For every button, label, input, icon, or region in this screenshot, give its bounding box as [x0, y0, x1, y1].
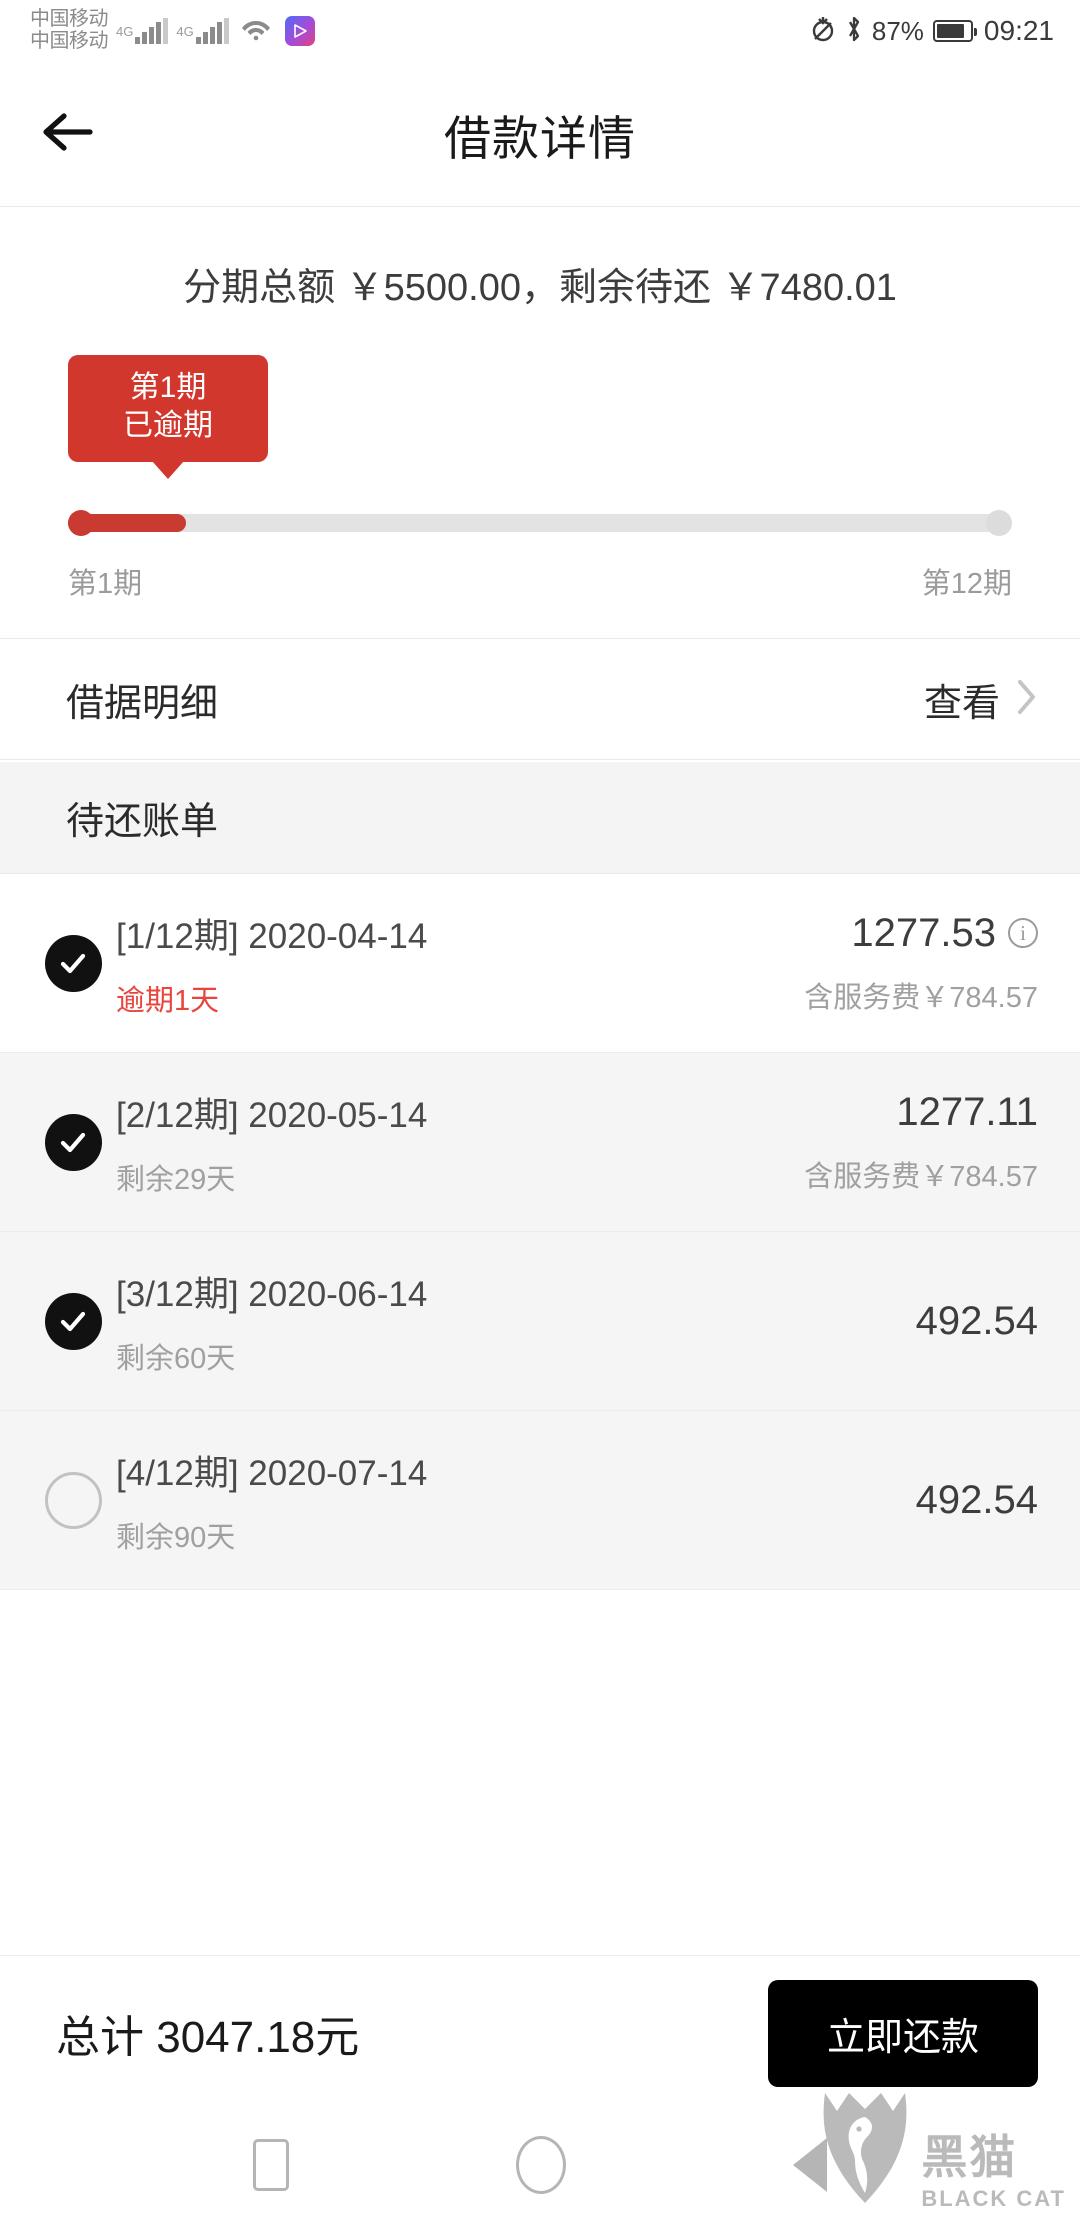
watermark-text: 黑猫 BLACK CAT	[921, 2134, 1066, 2212]
total-amount-label: 总计 3047.18元	[56, 2013, 360, 2062]
bills-section-title: 待还账单	[66, 801, 219, 843]
signal-1: 4G	[116, 18, 169, 44]
watermark-en: BLACK CAT	[921, 2186, 1066, 2211]
bill-row[interactable]: [4/12期] 2020-07-14 剩余90天 492.54	[0, 1411, 1080, 1590]
app-badge-icon	[284, 16, 315, 46]
bill-service-fee: 含服务费￥784.57	[804, 1160, 1038, 1193]
bluetooth-icon	[845, 15, 863, 48]
wifi-icon	[241, 17, 271, 46]
bill-info: [1/12期] 2020-04-14 逾期1天	[116, 908, 804, 1019]
bill-remaining-days: 剩余60天	[116, 1342, 236, 1375]
battery-icon	[932, 20, 977, 42]
progress-start-knob[interactable]	[68, 510, 94, 536]
loan-receipt-label: 借据明细	[66, 682, 219, 725]
installment-summary: 分期总额 ￥5500.00，剩余待还 ￥7480.01	[183, 267, 897, 309]
carrier-1: 中国移动	[30, 8, 109, 31]
view-label: 查看	[923, 682, 1000, 725]
signal-bars-icon	[195, 18, 229, 44]
signal-bars-icon	[135, 18, 169, 44]
bill-remaining-days: 剩余90天	[116, 1521, 236, 1554]
bill-period-date: [1/12期] 2020-04-14	[116, 916, 428, 956]
watermark-cn: 黑猫	[921, 2131, 1018, 2183]
bill-amount: 492.54	[916, 1299, 1038, 1344]
signal-2: 4G	[176, 18, 229, 44]
period-start-label: 第1期	[68, 568, 143, 600]
battery-percent: 87%	[871, 15, 924, 46]
bill-period-date: [3/12期] 2020-06-14	[116, 1274, 428, 1314]
bill-amount-block: 1277.53 i 含服务费￥784.57	[804, 911, 1038, 1016]
bill-remaining-days: 剩余29天	[116, 1163, 236, 1196]
square-icon[interactable]	[253, 2139, 290, 2191]
loan-detail-screen: 中国移动 中国移动 4G 4G 87% 09:21 借款详情 分期总额 ￥550…	[0, 0, 1080, 2220]
bill-info: [3/12期] 2020-06-14 剩余60天	[116, 1266, 916, 1377]
info-icon[interactable]: i	[1008, 918, 1038, 948]
title-bar: 借款详情	[0, 62, 1080, 207]
bill-amount-block: 1277.11 含服务费￥784.57	[804, 1090, 1038, 1195]
bill-amount: 492.54	[916, 1478, 1038, 1523]
bill-amount-value: 1277.53	[851, 910, 996, 955]
black-cat-watermark: 黑猫 BLACK CAT	[819, 2089, 1066, 2212]
bill-amount-value: 492.54	[915, 1477, 1038, 1522]
badge-period-label: 第1期	[129, 371, 207, 404]
period-end-label: 第12期	[921, 568, 1012, 600]
bill-checkbox-checked[interactable]	[30, 934, 116, 992]
status-bar-left: 中国移动 中国移动 4G 4G	[30, 9, 315, 52]
bill-checkbox-checked[interactable]	[30, 1113, 116, 1171]
status-bar: 中国移动 中国移动 4G 4G 87% 09:21	[0, 0, 1080, 62]
bill-info: [4/12期] 2020-07-14 剩余90天	[116, 1445, 916, 1556]
empty-circle-icon	[44, 1471, 102, 1529]
chevron-right-icon	[1016, 678, 1038, 721]
bill-checkbox-unchecked[interactable]	[30, 1471, 116, 1529]
installment-progress: 第1期 已逾期 第1期 第12期	[0, 355, 1080, 602]
bill-row[interactable]: [3/12期] 2020-06-14 剩余60天 492.54	[0, 1232, 1080, 1411]
bill-amount: 1277.11	[896, 1090, 1038, 1135]
bill-service-fee: 含服务费￥784.57	[804, 981, 1038, 1014]
check-icon	[44, 1292, 102, 1350]
bills-section-header: 待还账单	[0, 762, 1080, 874]
bill-amount: 1277.53 i	[851, 911, 1038, 956]
repay-now-button[interactable]: 立即还款	[768, 1979, 1038, 2087]
current-period-badge: 第1期 已逾期	[68, 355, 268, 479]
bill-amount-block: 492.54	[916, 1299, 1038, 1344]
progress-end-knob[interactable]	[986, 510, 1012, 536]
loan-receipt-detail-row[interactable]: 借据明细 查看	[0, 638, 1080, 760]
badge-status-label: 已逾期	[123, 409, 213, 443]
check-icon	[44, 1113, 102, 1171]
status-clock: 09:21	[983, 15, 1054, 46]
do-not-disturb-icon	[810, 15, 836, 48]
carrier-labels: 中国移动 中国移动	[30, 8, 109, 52]
network-type-2: 4G	[176, 24, 194, 39]
bill-info: [2/12期] 2020-05-14 剩余29天	[116, 1087, 804, 1198]
bill-amount-block: 492.54	[916, 1478, 1038, 1523]
carrier-2: 中国移动	[30, 30, 109, 52]
cat-logo-icon	[819, 2089, 911, 2212]
badge-pointer-icon	[152, 460, 184, 479]
bill-checkbox-checked[interactable]	[30, 1292, 116, 1350]
progress-track	[68, 514, 1012, 532]
check-icon	[44, 934, 102, 992]
status-bar-right: 87% 09:21	[810, 15, 1054, 48]
loan-receipt-action[interactable]: 查看	[924, 672, 1038, 727]
bottom-action-bar: 总计 3047.18元 立即还款	[0, 1955, 1080, 2110]
bill-overdue-status: 逾期1天	[116, 984, 220, 1017]
progress-slider[interactable]	[68, 510, 1012, 536]
period-range-labels: 第1期 第12期	[68, 560, 1012, 602]
circle-icon[interactable]	[515, 2136, 566, 2194]
bill-period-date: [4/12期] 2020-07-14	[116, 1453, 428, 1493]
bill-amount-value: 492.54	[915, 1298, 1038, 1343]
bill-row[interactable]: [2/12期] 2020-05-14 剩余29天 1277.11 含服务费￥784.5…	[0, 1053, 1080, 1232]
page-title: 借款详情	[444, 111, 636, 165]
network-type-1: 4G	[116, 24, 134, 39]
bill-row[interactable]: [1/12期] 2020-04-14 逾期1天 1277.53 i 含服务费￥784.5…	[0, 874, 1080, 1053]
current-period-badge-wrap: 第1期 已逾期	[0, 355, 1080, 479]
bill-period-date: [2/12期] 2020-05-14	[116, 1095, 428, 1135]
bills-list: [1/12期] 2020-04-14 逾期1天 1277.53 i 含服务费￥784.5…	[0, 874, 1080, 1590]
bill-amount-value: 1277.11	[896, 1089, 1038, 1134]
